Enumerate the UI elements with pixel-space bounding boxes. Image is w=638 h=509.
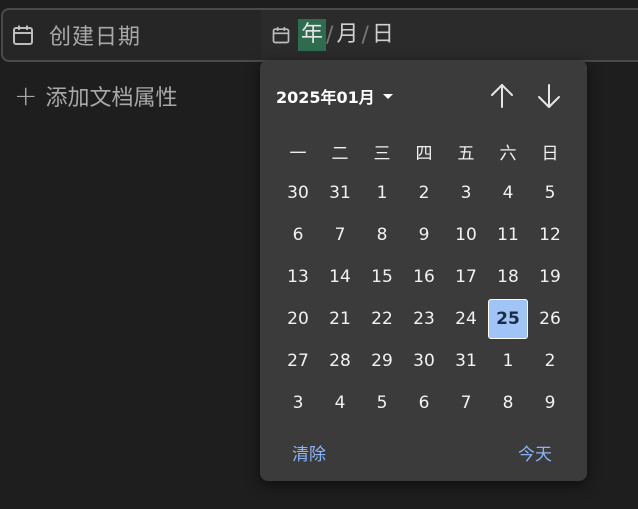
weekday-header: 二: [331, 143, 349, 164]
day-cell[interactable]: 1: [487, 340, 529, 382]
calendar-icon[interactable]: [271, 25, 291, 45]
day-cell[interactable]: 9: [529, 382, 571, 424]
selected-day-cell[interactable]: 25: [488, 299, 528, 339]
day-cell[interactable]: 16: [403, 256, 445, 298]
date-picker-popup: 2025年01月 一二三四五六日 30 31 1 2 3 4 5 6 7 8 9 10 11 12 13 14 1…: [260, 60, 587, 481]
day-cell[interactable]: 7: [445, 382, 487, 424]
day-cell[interactable]: 31: [319, 172, 361, 214]
weekday-header: 三: [373, 143, 391, 164]
day-cell[interactable]: 23: [403, 298, 445, 340]
clear-button[interactable]: 清除: [292, 440, 326, 465]
day-cell[interactable]: 18: [487, 256, 529, 298]
day-cell[interactable]: 14: [319, 256, 361, 298]
day-cell[interactable]: 3: [277, 382, 319, 424]
date-input[interactable]: 年 / 月 / 日: [261, 10, 638, 60]
day-cell[interactable]: 15: [361, 256, 403, 298]
day-cell[interactable]: 3: [445, 172, 487, 214]
day-cell[interactable]: 26: [529, 298, 571, 340]
month-segment[interactable]: 月: [333, 19, 361, 51]
property-label: 创建日期: [49, 25, 142, 50]
day-cell[interactable]: 4: [487, 172, 529, 214]
day-cell[interactable]: 20: [277, 298, 319, 340]
day-cell[interactable]: 31: [445, 340, 487, 382]
add-property-button[interactable]: + 添加文档属性: [14, 80, 177, 112]
day-cell[interactable]: 6: [403, 382, 445, 424]
weekday-header: 四: [415, 143, 433, 164]
day-cell[interactable]: 9: [403, 214, 445, 256]
date-separator: /: [361, 22, 369, 48]
day-cell[interactable]: 22: [361, 298, 403, 340]
weekday-header: 日: [541, 143, 559, 164]
day-cell[interactable]: 4: [319, 382, 361, 424]
day-cell[interactable]: 8: [361, 214, 403, 256]
day-cell[interactable]: 1: [361, 172, 403, 214]
day-cell[interactable]: 7: [319, 214, 361, 256]
day-cell[interactable]: 8: [487, 382, 529, 424]
day-cell[interactable]: 5: [361, 382, 403, 424]
property-row: 创建日期 年 / 月 / 日: [1, 8, 638, 62]
date-separator: /: [326, 22, 334, 48]
day-cell[interactable]: 5: [529, 172, 571, 214]
day-cell[interactable]: 24: [445, 298, 487, 340]
day-cell[interactable]: 13: [277, 256, 319, 298]
day-cell[interactable]: 27: [277, 340, 319, 382]
add-property-label: 添加文档属性: [45, 86, 178, 111]
day-cell[interactable]: 6: [277, 214, 319, 256]
day-cell[interactable]: 11: [487, 214, 529, 256]
calendar-icon: [13, 25, 33, 45]
day-segment[interactable]: 日: [369, 19, 397, 51]
day-cell[interactable]: 21: [319, 298, 361, 340]
arrow-up-icon[interactable]: [488, 80, 516, 112]
day-cell[interactable]: 19: [529, 256, 571, 298]
plus-icon: +: [14, 79, 38, 112]
month-year-dropdown[interactable]: 2025年01月: [276, 84, 393, 108]
calendar-grid: 一二三四五六日 30 31 1 2 3 4 5 6 7 8 9 10 11 12 13 14 15 16 17 18 19…: [277, 130, 571, 424]
caret-down-icon: [382, 93, 393, 99]
property-name[interactable]: 创建日期: [3, 10, 261, 60]
today-button[interactable]: 今天: [518, 440, 552, 465]
year-segment[interactable]: 年: [298, 19, 327, 51]
weekday-header: 五: [457, 143, 475, 164]
day-cell[interactable]: 30: [403, 340, 445, 382]
day-cell[interactable]: 30: [277, 172, 319, 214]
month-year-label: 2025年01月: [276, 88, 375, 107]
day-cell[interactable]: 2: [403, 172, 445, 214]
day-cell[interactable]: 28: [319, 340, 361, 382]
day-cell[interactable]: 12: [529, 214, 571, 256]
day-cell[interactable]: 10: [445, 214, 487, 256]
weekday-header: 六: [499, 143, 517, 164]
day-cell[interactable]: 17: [445, 256, 487, 298]
day-cell[interactable]: 29: [361, 340, 403, 382]
arrow-down-icon[interactable]: [535, 80, 563, 112]
weekday-header: 一: [289, 143, 307, 164]
day-cell[interactable]: 2: [529, 340, 571, 382]
